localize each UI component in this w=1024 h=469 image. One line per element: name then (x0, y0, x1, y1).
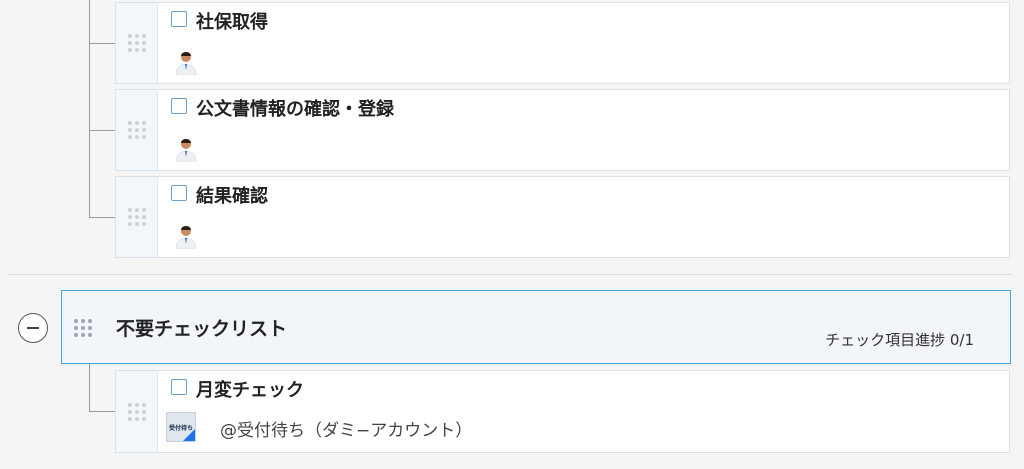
drag-handle[interactable] (116, 177, 158, 257)
task-title: 社保取得 (196, 12, 268, 33)
tree-line-vertical (89, 0, 90, 218)
assignee-name: @受付待ち（ダミ−アカウント） (220, 421, 473, 441)
drag-dots-icon[interactable] (74, 319, 92, 337)
minus-icon (27, 327, 39, 329)
assignee-avatar-icon (175, 139, 197, 162)
task-checkbox[interactable] (171, 379, 187, 395)
task-title: 月変チェック (196, 380, 304, 401)
tree-line-branch (89, 43, 115, 44)
tree-line-vertical (89, 364, 90, 412)
assignee-avatar-icon (175, 226, 197, 249)
task-title: 結果確認 (196, 186, 268, 207)
task-card[interactable]: 社保取得 (115, 2, 1010, 84)
drag-handle[interactable] (116, 90, 158, 170)
assignee-thumbnail: 受付待ち (166, 412, 196, 442)
thumbnail-corner-icon (183, 429, 195, 441)
drag-handle[interactable] (116, 371, 158, 452)
drag-dots-icon (127, 34, 146, 52)
task-checkbox[interactable] (171, 11, 187, 27)
collapse-group-button[interactable] (18, 313, 48, 343)
tree-line-branch (89, 130, 115, 131)
tree-line-branch (89, 217, 115, 218)
tree-line-branch (89, 411, 115, 412)
drag-dots-icon (127, 402, 146, 421)
task-card[interactable]: 月変チェック 受付待ち @受付待ち（ダミ−アカウント） (115, 370, 1010, 453)
checklist-group-header[interactable]: 不要チェックリスト チェック項目進捗 0/1 (61, 290, 1011, 364)
drag-handle[interactable] (116, 3, 158, 83)
task-card[interactable]: 結果確認 (115, 176, 1010, 258)
drag-dots-icon (127, 208, 146, 226)
task-card[interactable]: 公文書情報の確認・登録 (115, 89, 1010, 171)
group-progress: チェック項目進捗 0/1 (825, 331, 974, 349)
task-title: 公文書情報の確認・登録 (196, 99, 394, 120)
task-checkbox[interactable] (171, 98, 187, 114)
group-title: 不要チェックリスト (116, 318, 288, 340)
task-checkbox[interactable] (171, 185, 187, 201)
drag-dots-icon (127, 121, 146, 139)
assignee-avatar-icon (175, 52, 197, 75)
section-divider (7, 274, 1013, 275)
